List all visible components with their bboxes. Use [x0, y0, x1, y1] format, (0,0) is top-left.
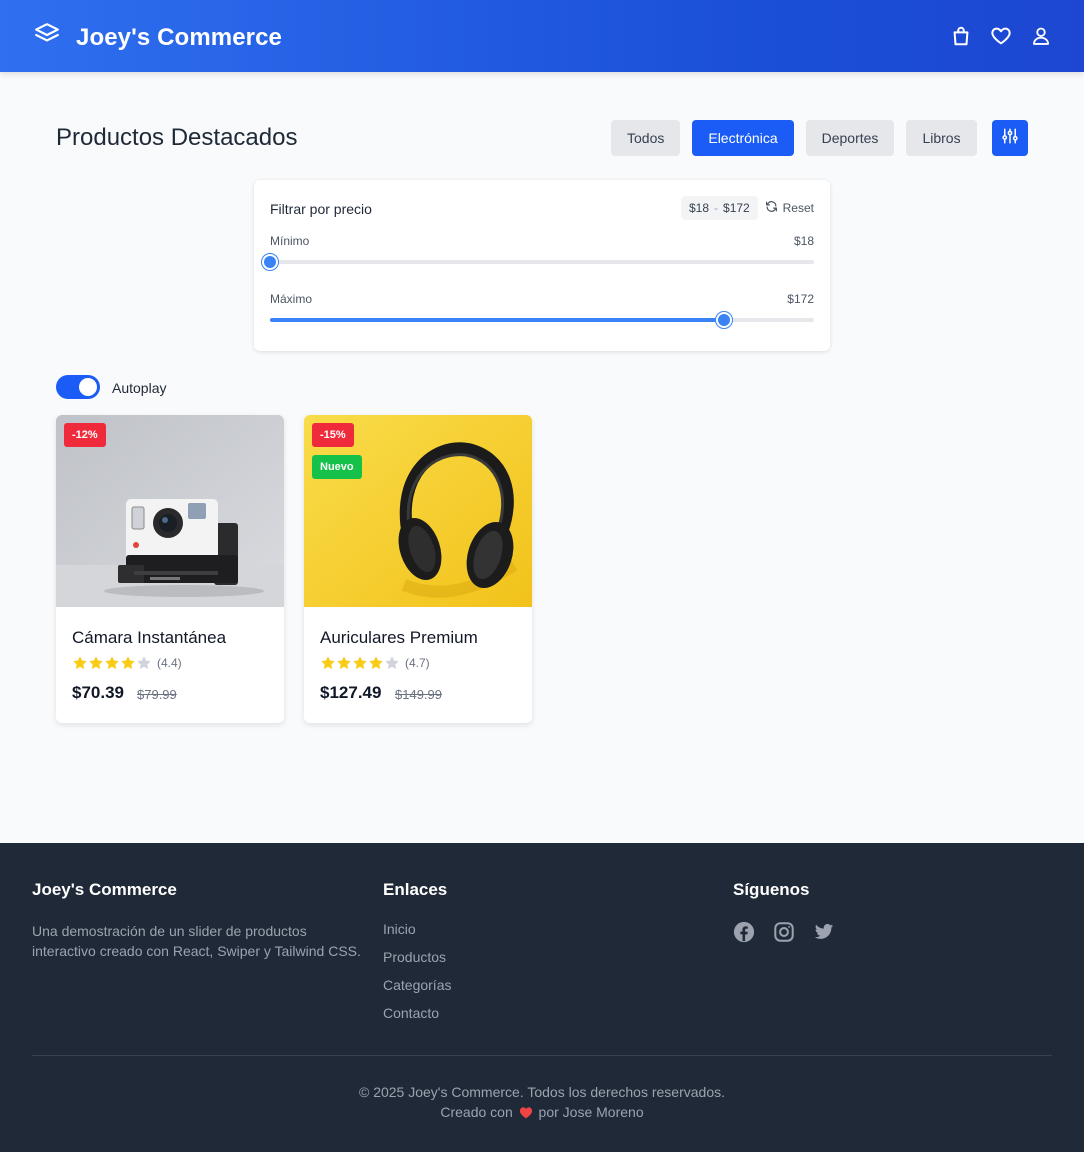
footer-description: Una demostración de un slider de product… — [32, 923, 361, 959]
range-min-text: $18 — [689, 201, 710, 215]
footer-link-categorias[interactable]: Categorías — [383, 977, 451, 1005]
footer-links-title: Enlaces — [383, 880, 448, 899]
star-icon — [337, 656, 351, 669]
footer-link-productos[interactable]: Productos — [383, 949, 451, 977]
reset-button[interactable]: Reset — [765, 200, 814, 216]
product-card[interactable]: -15% Nuevo Auriculares Premium (4.7) $12… — [304, 415, 532, 723]
category-electronica[interactable]: Electrónica — [692, 120, 794, 156]
star-icon — [105, 656, 119, 669]
footer-divider — [32, 1055, 1052, 1056]
brand[interactable]: Joey's Commerce — [32, 22, 282, 53]
stars — [72, 655, 152, 671]
instagram-icon[interactable] — [773, 921, 795, 943]
facebook-icon[interactable] — [733, 921, 755, 943]
star-icon — [385, 656, 399, 669]
product-old-price: $79.99 — [137, 687, 177, 702]
twitter-icon[interactable] — [813, 921, 835, 943]
min-slider-value: $18 — [793, 234, 814, 248]
star-rating: (4.7) — [320, 655, 430, 671]
new-badge: Nuevo — [312, 455, 362, 479]
copyright: © 2025 Joey's Commerce. Todos los derech… — [0, 1082, 1084, 1124]
top-navbar: Joey's Commerce — [0, 0, 1084, 72]
star-icon — [73, 656, 87, 669]
product-name: Cámara Instantánea — [72, 628, 227, 647]
category-tabs: Todos Electrónica Deportes Libros — [611, 120, 977, 156]
stars — [320, 655, 400, 671]
footer-brand: Joey's Commerce — [32, 880, 177, 899]
max-slider-value: $172 — [787, 292, 814, 306]
star-icon — [89, 656, 103, 669]
min-price-slider[interactable] — [262, 254, 814, 270]
discount-badge: -12% — [64, 423, 106, 447]
min-slider-label: Mínimo — [270, 234, 310, 248]
category-libros[interactable]: Libros — [906, 120, 977, 156]
max-slider-fill — [270, 318, 725, 322]
range-separator: - — [714, 201, 719, 215]
product-price: $70.39 — [72, 683, 124, 702]
header-actions — [950, 24, 1052, 48]
rating-value: (4.4) — [157, 656, 182, 670]
heart-icon[interactable] — [990, 24, 1012, 48]
social-links — [733, 921, 835, 943]
footer-link-inicio[interactable]: Inicio — [383, 921, 451, 949]
refresh-icon — [765, 200, 778, 216]
discount-badge: -15% — [312, 423, 354, 447]
toggle-knob — [79, 378, 97, 396]
product-image-headphones: -15% Nuevo — [304, 415, 532, 607]
product-old-price: $149.99 — [395, 687, 442, 702]
price-filter-panel: Filtrar por precio $18 - $172 Reset Míni… — [254, 180, 830, 351]
star-icon — [369, 656, 383, 669]
filter-toggle-button[interactable] — [992, 120, 1028, 156]
price-filter-label: Filtrar por precio — [270, 201, 372, 217]
max-price-slider[interactable] — [270, 312, 814, 328]
layers-icon — [32, 22, 62, 53]
copyright-text: © 2025 Joey's Commerce. Todos los derech… — [358, 1084, 726, 1100]
category-deportes[interactable]: Deportes — [805, 120, 895, 156]
autoplay-toggle[interactable] — [56, 375, 100, 399]
max-slider-label: Máximo — [270, 292, 313, 306]
star-icon — [121, 656, 135, 669]
footer-links: Inicio Productos Categorías Contacto — [383, 921, 451, 1033]
min-slider-thumb[interactable] — [262, 254, 278, 270]
price-range-chip: $18 - $172 — [681, 196, 758, 220]
footer-social-title: Síguenos — [733, 880, 810, 899]
user-icon[interactable] — [1030, 24, 1052, 48]
category-todos[interactable]: Todos — [611, 120, 681, 156]
product-image-camera: -12% — [56, 415, 284, 607]
heart-icon — [519, 1104, 533, 1124]
footer-link-contacto[interactable]: Contacto — [383, 1005, 451, 1033]
credit-prefix: Creado con — [440, 1104, 513, 1120]
reset-label: Reset — [782, 201, 814, 215]
credit-line: Creado con por Jose Moreno — [0, 1102, 1084, 1124]
page-title: Productos Destacados — [56, 124, 298, 151]
sliders-icon — [1001, 127, 1019, 150]
autoplay-label: Autoplay — [112, 380, 167, 396]
star-icon — [321, 656, 335, 669]
product-card[interactable]: -12% Cámara Instantánea (4.4) $70.39 $79… — [56, 415, 284, 723]
range-max-text: $172 — [723, 201, 750, 215]
rating-value: (4.7) — [405, 656, 430, 670]
product-price: $127.49 — [320, 683, 382, 702]
product-name: Auriculares Premium — [320, 628, 478, 647]
star-icon — [137, 656, 151, 669]
shopping-bag-icon[interactable] — [950, 24, 972, 48]
star-rating: (4.4) — [72, 655, 182, 671]
max-slider-thumb[interactable] — [716, 312, 733, 328]
brand-title: Joey's Commerce — [76, 23, 282, 51]
footer: Joey's Commerce Una demostración de un s… — [0, 843, 1084, 1152]
credit-suffix: por Jose Moreno — [538, 1104, 644, 1120]
star-icon — [353, 656, 367, 669]
